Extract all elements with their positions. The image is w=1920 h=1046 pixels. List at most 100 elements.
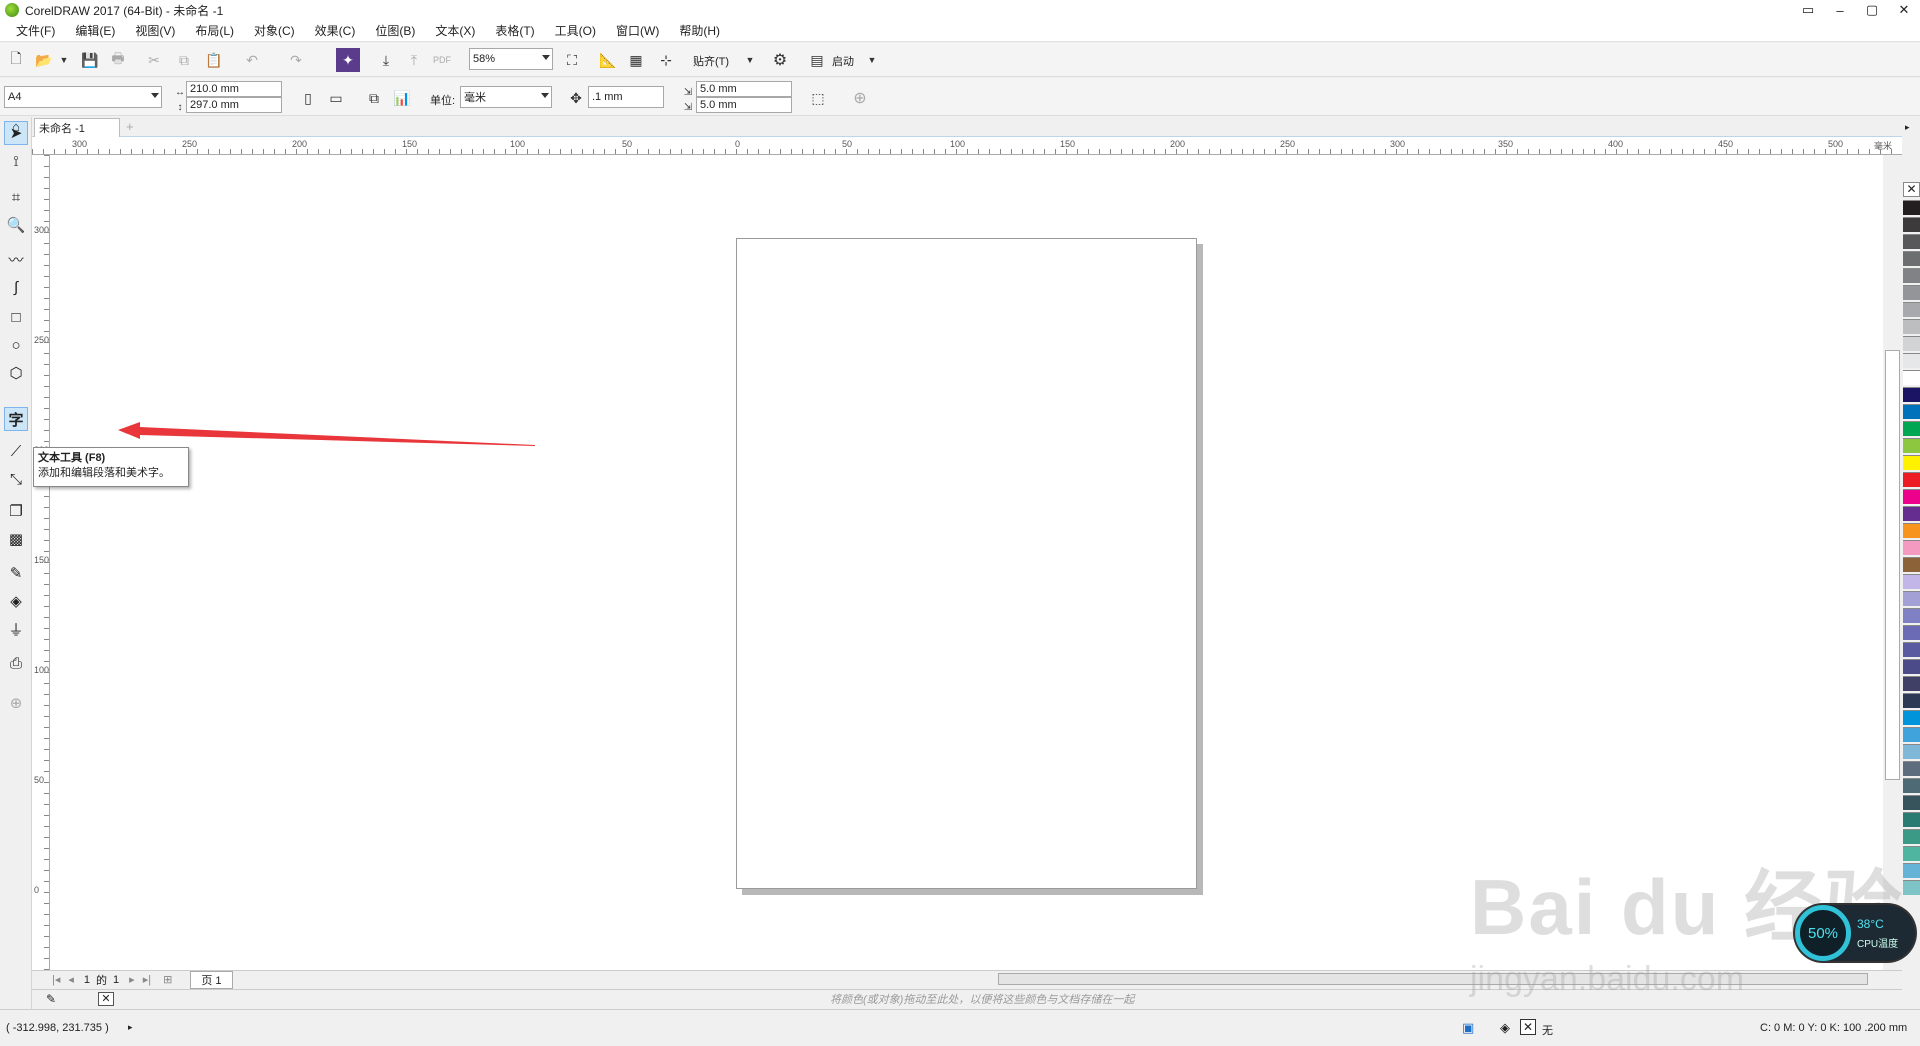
palette-swatch[interactable] [1903,812,1920,827]
menu-edit[interactable]: 编辑(E) [65,22,125,39]
palette-swatch[interactable] [1903,727,1920,742]
palette-swatch[interactable] [1903,591,1920,606]
zoom-tool-icon[interactable]: 🔍 [4,213,28,237]
launch-dropdown-icon[interactable]: ▼ [860,48,884,72]
open-dropdown-icon[interactable]: ▼ [52,48,76,72]
print-icon[interactable]: 🖶 [106,48,130,72]
palette-swatch[interactable] [1903,387,1920,402]
palette-swatch[interactable] [1903,251,1920,266]
home-icon[interactable]: ⌂ [12,119,20,134]
palette-swatch[interactable] [1903,268,1920,283]
minimize-button[interactable]: – [1824,0,1856,20]
palette-swatch[interactable] [1903,574,1920,589]
duplicate-x-field[interactable]: 5.0 mm [696,81,792,97]
launch-icon[interactable]: ▤ [805,48,829,72]
palette-swatch[interactable] [1903,693,1920,708]
menu-tools[interactable]: 工具(O) [545,22,606,39]
cut-icon[interactable]: ✂ [142,48,166,72]
palette-swatch[interactable] [1903,557,1920,572]
prev-page-icon[interactable]: ◂ [68,973,74,986]
palette-swatch[interactable] [1903,880,1920,895]
landscape-icon[interactable]: ▭ [324,86,348,110]
palette-swatch[interactable] [1903,489,1920,504]
palette-swatch[interactable] [1903,234,1920,249]
freehand-tool-icon[interactable]: 〰 [4,247,28,271]
outline-pen-icon[interactable]: ⎙ [4,651,28,675]
crop-tool-icon[interactable]: ⌗ [4,185,28,209]
artistic-media-icon[interactable]: ∫ [4,275,28,299]
show-guidelines-icon[interactable]: ⊹ [654,48,678,72]
palette-swatch[interactable] [1903,506,1920,521]
snap-dropdown-icon[interactable]: ▼ [738,48,762,72]
palette-swatch[interactable] [1903,302,1920,317]
unit-select[interactable]: 毫米 [460,86,552,108]
palette-swatch[interactable] [1903,642,1920,657]
palette-swatch[interactable] [1903,421,1920,436]
parallel-dimension-icon[interactable]: ⟋ [4,439,28,463]
palette-swatch[interactable] [1903,336,1920,351]
palette-swatch[interactable] [1903,829,1920,844]
palette-swatch[interactable] [1903,710,1920,725]
palette-swatch[interactable] [1903,200,1920,215]
polygon-tool-icon[interactable]: ⬡ [4,361,28,385]
rectangle-tool-icon[interactable]: □ [4,305,28,329]
palette-swatch[interactable] [1903,285,1920,300]
drop-shadow-icon[interactable]: ❐ [4,499,28,523]
add-page-icon[interactable]: ⊞ [163,973,172,986]
text-tool-icon[interactable]: 字 [4,407,28,431]
palette-swatch[interactable] [1903,438,1920,453]
page-size-select[interactable]: A4 [4,86,162,108]
palette-swatch[interactable] [1903,370,1920,385]
copy-icon[interactable]: ⧉ [172,48,196,72]
palette-swatch[interactable] [1903,744,1920,759]
palette-swatch[interactable] [1903,523,1920,538]
edit-bleed-icon[interactable]: ⬚ [806,86,830,110]
current-page-icon[interactable]: 📊 [390,86,414,110]
status-expand-icon[interactable]: ▸ [128,1022,133,1033]
palette-swatch[interactable] [1903,795,1920,810]
menu-window[interactable]: 窗口(W) [606,22,669,39]
close-button[interactable]: ✕ [1888,0,1920,20]
show-grid-icon[interactable]: ▦ [624,48,648,72]
menu-help[interactable]: 帮助(H) [669,22,730,39]
undo-icon[interactable]: ↶ [240,48,264,72]
palette-swatch[interactable] [1903,625,1920,640]
palette-scroll-up-icon[interactable]: ▸ [1905,122,1910,133]
vertical-ruler[interactable]: 300 250 200 150 100 50 0 [32,155,50,973]
menu-table[interactable]: 表格(T) [485,22,544,39]
palette-swatch[interactable] [1903,761,1920,776]
shape-tool-icon[interactable]: ⟟ [4,149,28,173]
add-toolbar-icon[interactable]: ⊕ [848,86,872,110]
show-rulers-icon[interactable]: 📐 [596,48,620,72]
page-height-field[interactable]: 297.0 mm [186,97,282,113]
import-icon[interactable]: ⤓ [374,48,398,72]
connector-tool-icon[interactable]: ⤡ [4,467,28,491]
launch-dropdown[interactable]: 启动 [832,53,854,69]
no-color-well-icon[interactable]: ✕ [98,992,114,1006]
publish-pdf-icon[interactable]: PDF [430,48,454,72]
menu-layout[interactable]: 布局(L) [185,22,244,39]
maximize-button[interactable]: ▢ [1856,0,1888,20]
zoom-level-select[interactable]: 58% [469,48,553,70]
add-tool-icon[interactable]: ⊕ [4,691,28,715]
palette-swatch[interactable] [1903,472,1920,487]
palette-swatch[interactable] [1903,846,1920,861]
document-tab[interactable]: 未命名 -1 [34,118,120,137]
palette-swatch[interactable] [1903,217,1920,232]
document-page[interactable] [736,238,1197,889]
next-page-icon[interactable]: ▸ [129,973,135,986]
vertical-scroll-thumb[interactable] [1885,350,1900,780]
palette-swatch[interactable] [1903,353,1920,368]
palette-swatch[interactable] [1903,540,1920,555]
new-document-icon[interactable]: 🗋 [4,48,28,72]
snap-to-dropdown[interactable]: 贴齐(T) [693,53,729,69]
palette-swatch[interactable] [1903,778,1920,793]
all-pages-icon[interactable]: ⧉ [362,86,386,110]
page-tab[interactable]: 页 1 [190,970,233,989]
fill-none-swatch[interactable]: ✕ [1520,1019,1536,1035]
nudge-distance-field[interactable]: .1 mm [588,86,664,108]
first-page-icon[interactable]: |◂ [52,973,60,986]
export-icon[interactable]: ⤒ [402,48,426,72]
menu-effects[interactable]: 效果(C) [305,22,366,39]
menu-object[interactable]: 对象(C) [244,22,305,39]
